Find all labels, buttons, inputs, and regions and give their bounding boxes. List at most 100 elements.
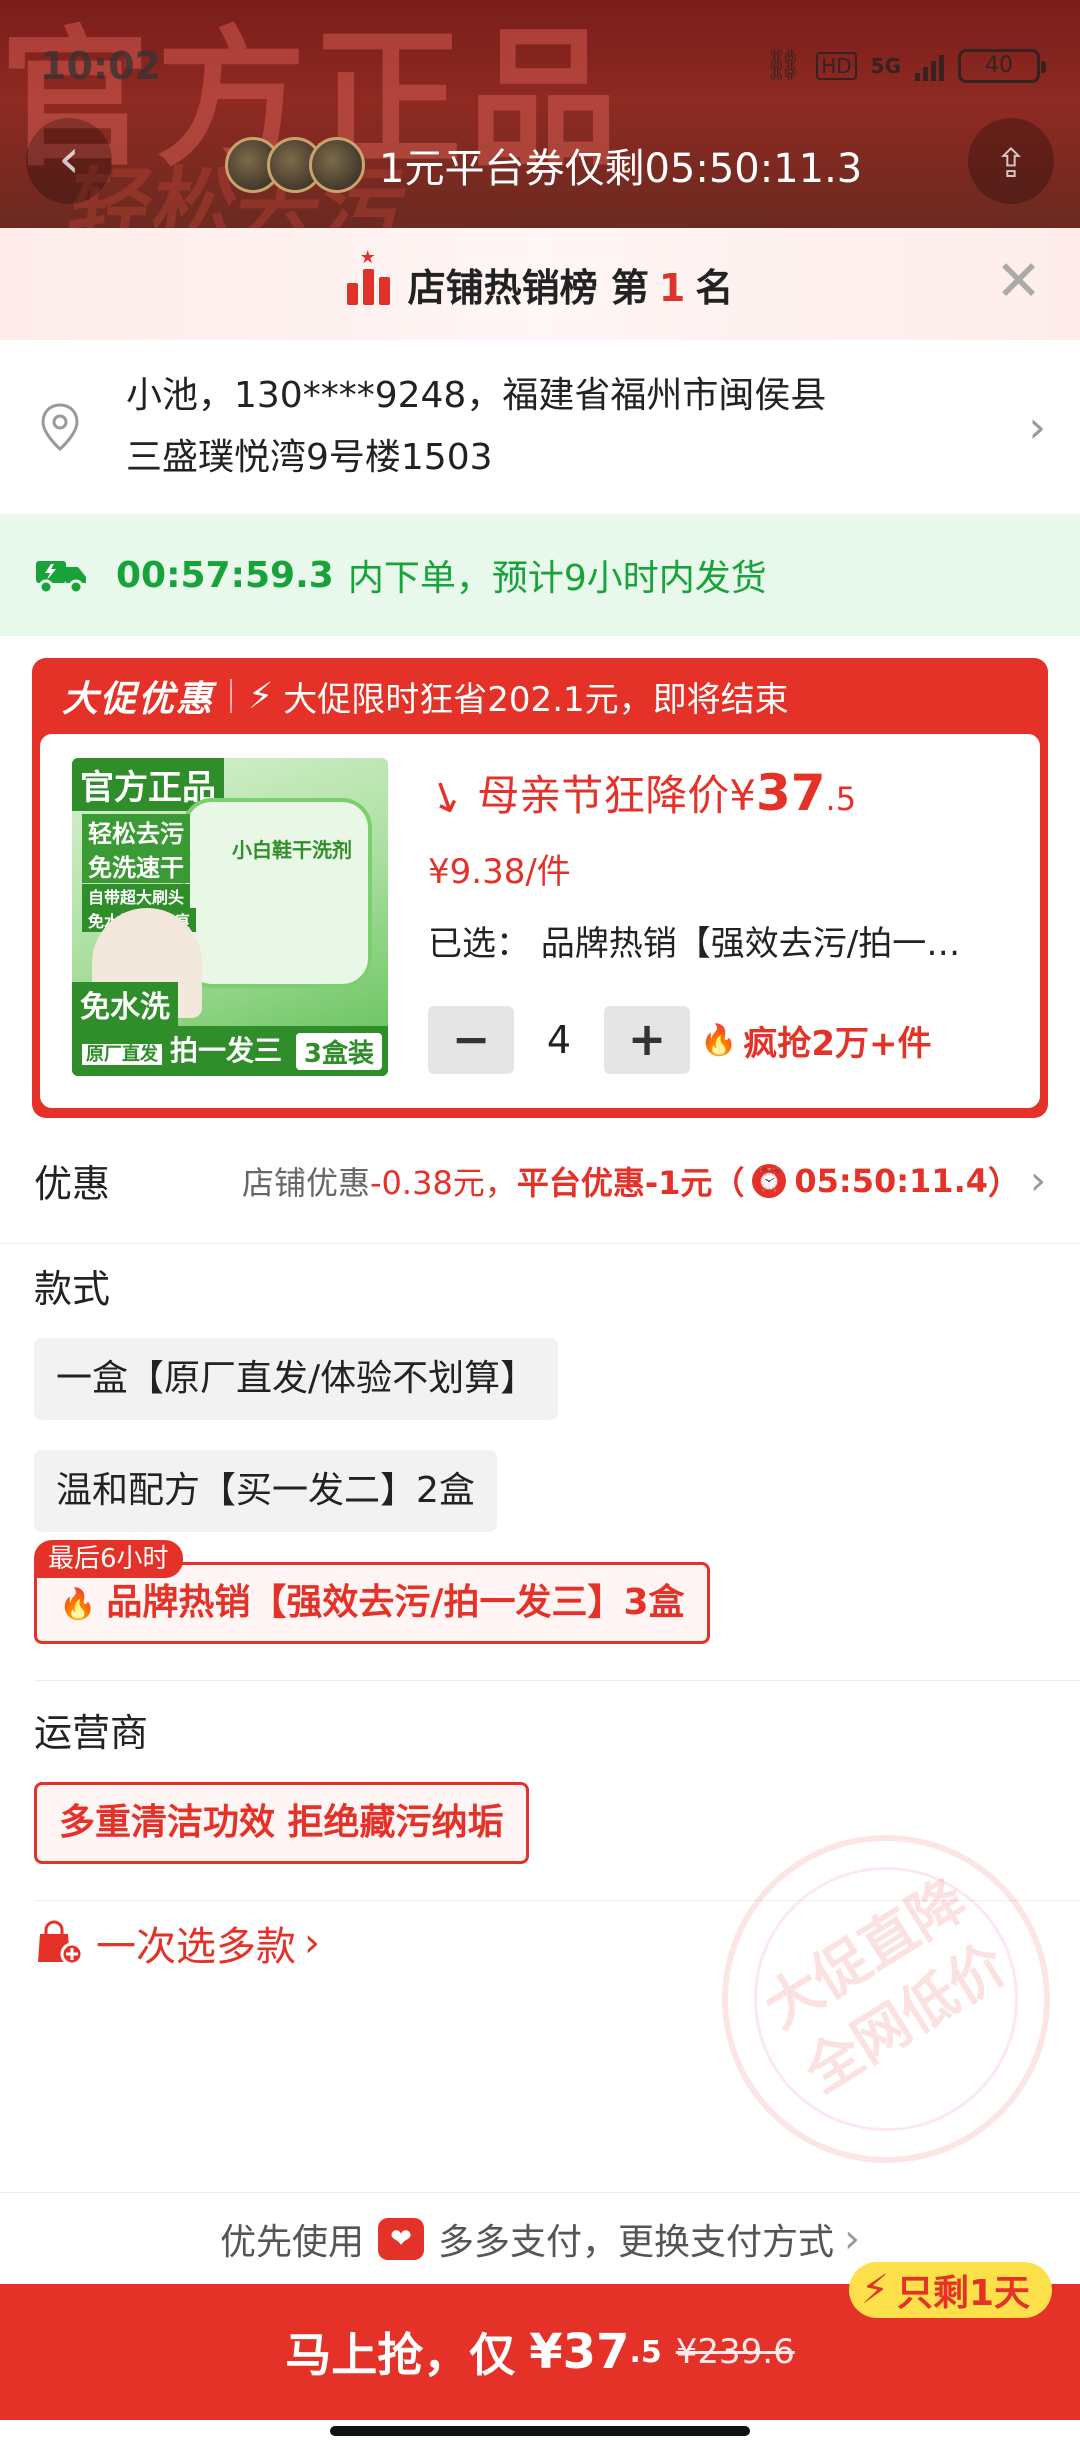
- coupon-countdown-pill[interactable]: 1元平台券仅剩05:50:11.3: [225, 126, 862, 204]
- image-bottom-text: 拍一发三: [170, 1034, 283, 1067]
- chevron-right-icon: ›: [844, 2215, 861, 2262]
- chevron-right-icon: ›: [1028, 401, 1046, 453]
- image-label: 自带超大刷头: [82, 884, 191, 908]
- last-day-text: 只剩1天: [896, 2273, 1030, 2314]
- hot-sales: 🔥 疯抢2万+件: [700, 1016, 932, 1065]
- ship-countdown: 00:57:59.3: [116, 554, 334, 596]
- image-label: 轻松去污: [82, 814, 190, 849]
- promo-card: 大促优惠 ⚡ 大促限时狂省202.1元，即将结束 官方正品 轻松去污 免洗速干 …: [32, 658, 1048, 1118]
- price-decimal: .5: [825, 780, 857, 818]
- home-indicator[interactable]: [330, 2426, 750, 2436]
- discount-row[interactable]: 优惠 店铺优惠 -0.38元， 平台优惠-1元（ ⏰ 05:50:11.4 ） …: [0, 1118, 1080, 1244]
- product-summary: 官方正品 轻松去污 免洗速干 自带超大刷头 免水洗 不留痕 小白鞋干洗剂 免水洗…: [40, 734, 1040, 1108]
- shop-discount-value: -0.38元，: [370, 1163, 517, 1202]
- status-time: 10:02: [40, 44, 161, 88]
- style-section-title: 款式: [34, 1267, 111, 1311]
- share-icon: ⇪: [994, 141, 1028, 187]
- operator-section-title: 运营商: [34, 1711, 149, 1755]
- back-arrow-icon: ‹: [58, 127, 80, 190]
- buy-price-integer: ¥37: [529, 2324, 630, 2380]
- promo-message: 大促限时狂省202.1元，即将结束: [283, 679, 789, 720]
- hot-sales-text: 疯抢2万+件: [743, 1023, 932, 1064]
- discount-title: 优惠: [34, 1162, 111, 1206]
- flame-icon: 🔥: [700, 1022, 738, 1058]
- image-left-badge: 免水洗: [72, 982, 178, 1026]
- address-line-1: 小池，130****9248，福建省福州市闽侯县: [126, 375, 827, 416]
- price-label: 母亲节狂降价¥: [477, 771, 756, 820]
- unit-price: ¥9.38/件: [428, 852, 571, 892]
- buy-label: 马上抢，仅: [285, 2328, 516, 2382]
- rank-chart-icon: ★: [346, 247, 390, 305]
- address-line-2: 三盛璞悦湾9号楼1503: [126, 437, 493, 478]
- rank-number: 1: [658, 265, 686, 310]
- multi-select-text: 一次选多款: [96, 1924, 296, 1970]
- discount-detail: 店铺优惠 -0.38元， 平台优惠-1元（ ⏰ 05:50:11.4 ） ›: [242, 1158, 1046, 1204]
- chevron-right-icon: ›: [1030, 1157, 1046, 1204]
- chevron-right-icon: ›: [304, 1920, 320, 1966]
- alarm-clock-icon: ⏰: [752, 1163, 787, 1198]
- style-option-label: 品牌热销【强效去污/拍一发三】3盒: [106, 1582, 685, 1623]
- price-down-icon: ↘: [419, 765, 472, 826]
- top-banner: 官方正品 轻松去污 10:02 ⛓ HD 5G 40 ‹ ⇪ 1元平台券仅剩05…: [0, 0, 1080, 228]
- platform-discount-close: ）: [987, 1163, 1020, 1202]
- signal-5g-label: 5G: [870, 53, 901, 78]
- close-icon[interactable]: ✕: [995, 254, 1042, 310]
- payment-name: 多多支付，更换支付方式: [438, 2221, 835, 2263]
- payment-prefix: 优先使用: [219, 2221, 364, 2263]
- share-button[interactable]: ⇪: [968, 118, 1054, 204]
- promo-header: 大促优惠 ⚡ 大促限时狂省202.1元，即将结束: [32, 658, 1048, 734]
- rank-suffix: 名: [695, 265, 734, 310]
- image-factory-label: 原厂直发: [82, 1044, 162, 1065]
- operator-option-selected[interactable]: 多重清洁功效 拒绝藏污纳垢: [34, 1782, 529, 1864]
- selected-variant: 已选： 品牌热销【强效去污/拍一…: [428, 924, 961, 964]
- platform-discount-label: 平台优惠-1元（: [516, 1163, 745, 1202]
- lightning-icon: ⚡: [860, 2267, 889, 2313]
- status-icons: ⛓ HD 5G 40: [764, 48, 1046, 83]
- hd-icon: HD: [816, 51, 857, 80]
- platform-discount-timer: 05:50:11.4: [794, 1161, 988, 1200]
- quantity-stepper: − 4 + 🔥 疯抢2万+件: [428, 1006, 932, 1074]
- address-text: 小池，130****9248，福建省福州市闽侯县 三盛璞悦湾9号楼1503: [126, 365, 826, 489]
- multi-select-link[interactable]: 一次选多款 ›: [34, 1914, 320, 1972]
- battery-icon: 40: [958, 48, 1046, 83]
- promo-separator: [230, 679, 233, 713]
- buy-price-decimal: .5: [629, 2334, 662, 2370]
- product-image[interactable]: 官方正品 轻松去污 免洗速干 自带超大刷头 免水洗 不留痕 小白鞋干洗剂 免水洗…: [72, 758, 388, 1076]
- promo-tag: 大促优惠: [62, 679, 215, 720]
- rank-text: 店铺热销榜 第1名: [408, 257, 734, 312]
- increment-button[interactable]: +: [604, 1006, 690, 1074]
- promo-stamp-watermark: 大促直降 全网低价: [722, 1835, 1050, 2163]
- image-box-label: 小白鞋干洗剂: [232, 838, 352, 862]
- decrement-button[interactable]: −: [428, 1006, 514, 1074]
- price-integer: 37: [755, 764, 826, 822]
- shipping-bar: 00:57:59.3 内下单，预计9小时内发货: [0, 514, 1080, 636]
- image-product-box: [182, 798, 372, 988]
- shopping-bag-plus-icon: [38, 1920, 84, 1966]
- image-label: 免洗速干: [82, 848, 190, 883]
- lightning-icon: ⚡: [248, 675, 274, 717]
- time-limit-badge: 最后6小时: [34, 1540, 183, 1578]
- signal-icon: [915, 51, 944, 81]
- style-option[interactable]: 温和配方【买一发二】2盒: [34, 1450, 497, 1532]
- order-sheet: ★ 店铺热销榜 第1名 ✕ 小池，130****9248，福建省福州市闽侯县 三…: [0, 228, 1080, 2460]
- last-day-badge: ⚡ 只剩1天: [848, 2262, 1052, 2318]
- ship-message: 内下单，预计9小时内发货: [347, 558, 767, 599]
- quantity-value: 4: [546, 1018, 572, 1062]
- flame-icon: 🔥: [59, 1587, 97, 1622]
- back-button[interactable]: ‹: [26, 118, 112, 204]
- heart-shield-icon: ❤: [378, 2217, 424, 2260]
- shop-discount-label: 店铺优惠: [241, 1163, 370, 1202]
- buyer-avatar: [309, 137, 365, 193]
- style-option[interactable]: 一盒【原厂直发/体验不划算】: [34, 1338, 559, 1420]
- promo-price: ↘ 母亲节狂降价¥ 37 .5: [419, 762, 857, 825]
- delivery-truck-icon: [36, 561, 86, 595]
- rank-prefix: 店铺热销榜 第: [407, 265, 649, 310]
- link-icon: ⛓: [764, 48, 803, 83]
- divider: [34, 1680, 1080, 1681]
- location-pin-icon: [41, 403, 79, 452]
- buy-original-price: ¥239.6: [675, 2332, 795, 2372]
- address-row[interactable]: 小池，130****9248，福建省福州市闽侯县 三盛璞悦湾9号楼1503 ›: [0, 340, 1080, 514]
- image-count-label: 3盒装: [295, 1033, 382, 1070]
- coupon-countdown-text: 1元平台券仅剩05:50:11.3: [379, 146, 863, 192]
- shop-rank-bar: ★ 店铺热销榜 第1名 ✕: [0, 228, 1080, 340]
